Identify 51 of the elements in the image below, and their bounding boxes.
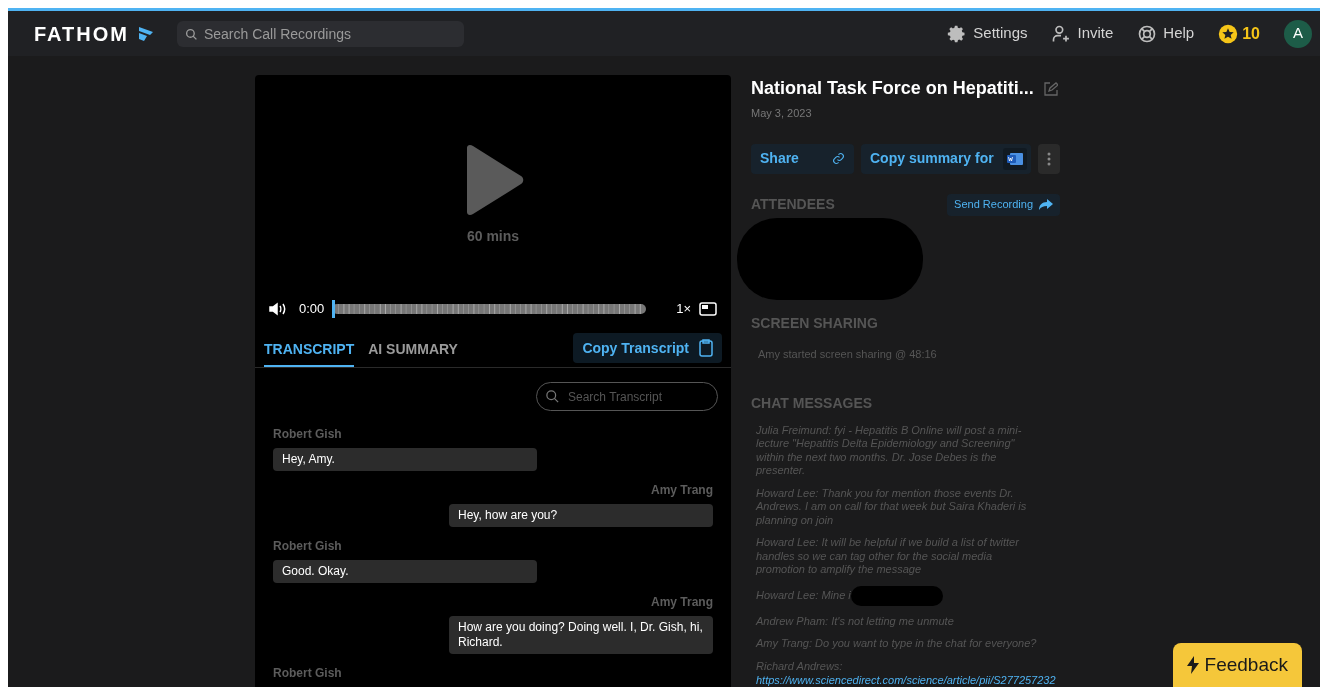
link-icon [832, 152, 845, 165]
tab[interactable]: TRANSCRIPT [264, 333, 355, 367]
search-icon [545, 389, 560, 404]
transcript-bubble: Good. Okay. [273, 560, 537, 583]
transcript-search-field[interactable]: Search Transcript [536, 382, 718, 411]
avatar[interactable]: A [1284, 19, 1312, 48]
feedback-button[interactable]: Feedback [1172, 643, 1302, 687]
copy-transcript-button[interactable]: Copy Transcript [573, 333, 722, 363]
copy-summary-button[interactable]: Copy summary for [861, 143, 1031, 174]
add-user-icon [1051, 23, 1072, 44]
transcript-bubble: Hey, how are you? [449, 504, 713, 527]
speaker-name: Robert Gish [273, 538, 342, 555]
playhead[interactable] [332, 300, 336, 319]
lightning-icon [1186, 656, 1199, 674]
speaker-name: Amy Trang [651, 594, 713, 611]
document-app-icon [1003, 147, 1027, 170]
settings-icon [947, 23, 968, 44]
search-icon [184, 27, 198, 41]
nav-link[interactable]: Help [1137, 22, 1195, 45]
duration: 60 mins [466, 227, 520, 247]
more-icon [1047, 151, 1051, 166]
speaker-name: Amy Trang [651, 482, 713, 499]
volume-icon[interactable] [269, 302, 287, 317]
share-arrow-icon [1039, 199, 1053, 210]
section-title: ATTENDEES [751, 195, 835, 214]
nav-link[interactable]: Settings [947, 22, 1028, 45]
logo-icon [136, 24, 155, 43]
help-icon [1137, 23, 1158, 44]
transcript-bubble: How are you doing? Doing well. I, Dr. Gish, hi, Richard. [449, 616, 713, 654]
share-button[interactable]: Share [751, 143, 854, 174]
meeting-date: May 3, 2023 [751, 106, 813, 121]
current-time: 0:00 [299, 300, 325, 319]
chat-message: Richard Andrews: [756, 659, 844, 673]
points-count: 10 [1242, 23, 1260, 44]
meeting-title: National Task Force on Hepatiti... [751, 77, 1034, 100]
chat-link[interactable]: https://www.sciencedirect.com/science/article/pii/S277257232 [756, 673, 1086, 687]
section-title: SCREEN SHARING [751, 314, 879, 333]
send-recording-button[interactable]: Send Recording [947, 193, 1060, 216]
picture-in-picture-icon[interactable] [699, 302, 717, 317]
screen-sharing-event: Amy started screen sharing @ 48:16 [758, 347, 938, 362]
edit-icon[interactable] [1043, 81, 1058, 96]
logo[interactable]: FATHOM [34, 18, 129, 49]
nav-link[interactable]: Invite [1051, 22, 1114, 45]
tab[interactable]: AI SUMMARY [368, 333, 458, 367]
search-field[interactable]: Search Call Recordings [176, 20, 464, 47]
section-title: CHAT MESSAGES [751, 393, 874, 413]
speaker-name: Robert Gish [273, 665, 342, 682]
clipboard-icon [699, 339, 713, 357]
speaker-name: Robert Gish [273, 426, 342, 443]
playback-speed[interactable]: 1× [676, 299, 691, 319]
transcript-bubble: Hey, Amy. [273, 448, 537, 471]
